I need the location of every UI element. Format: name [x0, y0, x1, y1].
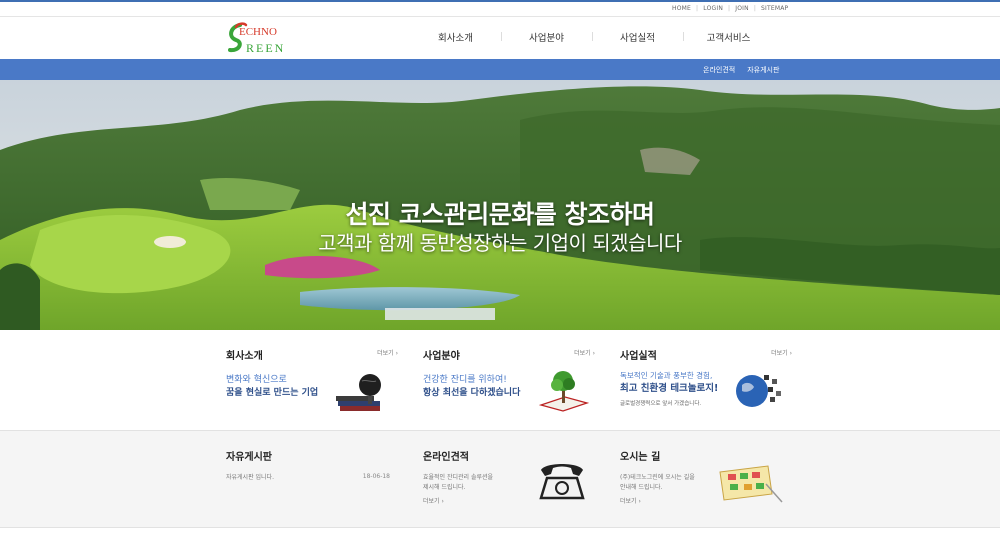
location-title: 오시는 길	[620, 452, 661, 463]
join-link[interactable]: JOIN	[735, 5, 749, 12]
logo-text-green: REEN	[246, 41, 285, 55]
online-estimate-more-link[interactable]: 더보기	[423, 496, 444, 505]
globe-books-icon	[336, 374, 381, 411]
performance-slogan-line2: 최고 친환경 테크놀로지!	[620, 383, 719, 394]
logo-text-techno: ECHNO	[239, 26, 277, 38]
earth-icon	[736, 375, 781, 407]
business-title: 사업분야	[423, 351, 460, 362]
company-box: 회사소개 더보기 변화와 혁신으로 꿈을 현실로 만드는 기업	[226, 347, 398, 422]
top-links: HOME | LOGIN | JOIN | SITEMAP	[672, 5, 788, 12]
performance-slogan-line3: 글로벌경쟁력으로 앞서 가겠습니다.	[620, 401, 702, 407]
tree-book-icon	[539, 371, 589, 412]
top-utility-bar: HOME | LOGIN | JOIN | SITEMAP	[0, 0, 1000, 17]
free-board-box: 자유게시판 자유게시판 입니다. 18-06-18	[226, 448, 390, 518]
performance-box: 사업실적 더보기 독보적인 기술과 풍부한 경험, 최고 친환경 테크놀로지! …	[620, 347, 792, 422]
business-more-link[interactable]: 더보기	[574, 348, 595, 357]
location-box: 오시는 길 (주)테크노그린에 오시는 길을 안내해 드립니다. 더보기	[620, 448, 792, 518]
location-more-link[interactable]: 더보기	[620, 496, 641, 505]
company-title: 회사소개	[226, 351, 263, 362]
hero-subheadline: 고객과 함께 동반성장하는 기업이 되겠습니다	[318, 231, 682, 255]
hero-headline: 선진 코스관리문화를 창조하며	[345, 200, 655, 229]
free-board-link[interactable]: 자유게시판	[747, 65, 779, 75]
online-estimate-link[interactable]: 온라인견적	[703, 65, 735, 75]
nav-company[interactable]: 회사소개	[410, 30, 501, 44]
telephone-icon	[539, 464, 585, 500]
location-desc: (주)테크노그린에 오시는 길을 안내해 드립니다.	[620, 473, 695, 493]
business-slogan: 건강한 잔디를 위하여! 항상 최선을 다하겠습니다	[423, 374, 520, 400]
map-icon	[719, 465, 783, 503]
logo-graphic: ECHNO REEN	[228, 22, 285, 55]
location-desc-line2: 안내해 드립니다.	[620, 484, 663, 491]
free-board-title: 자유게시판	[226, 452, 272, 463]
separator: |	[696, 5, 699, 12]
performance-more-link[interactable]: 더보기	[771, 348, 792, 357]
free-board-post[interactable]: 자유게시판 입니다.	[226, 473, 274, 483]
separator: |	[728, 5, 731, 12]
business-slogan-line2: 항상 최선을 다하겠습니다	[423, 388, 521, 398]
home-link[interactable]: HOME	[672, 5, 691, 12]
login-link[interactable]: LOGIN	[703, 5, 723, 12]
online-estimate-desc-line1: 효율적인 잔디관리 솔루션을	[423, 474, 494, 481]
sub-links: 온라인견적 자유게시판	[703, 65, 779, 75]
business-box: 사업분야 더보기 건강한 잔디를 위하여! 항상 최선을 다하겠습니다	[423, 347, 595, 422]
performance-slogan-line1: 독보적인 기술과 풍부한 경험,	[620, 371, 713, 380]
online-estimate-desc: 효율적인 잔디관리 솔루션을 제시해 드립니다.	[423, 473, 493, 493]
sitemap-link[interactable]: SITEMAP	[761, 5, 788, 12]
business-slogan-line1: 건강한 잔디를 위하여!	[423, 375, 507, 385]
online-estimate-box: 온라인견적 효율적인 잔디관리 솔루션을 제시해 드립니다. 더보기	[423, 448, 595, 518]
nav-performance[interactable]: 사업실적	[592, 30, 683, 44]
separator: |	[753, 5, 757, 12]
performance-slogan: 독보적인 기술과 풍부한 경험, 최고 친환경 테크놀로지! 글로벌경쟁력으로 …	[620, 369, 718, 411]
main-navigation: 회사소개 사업분야 사업실적 고객서비스	[410, 30, 774, 44]
company-slogan-line1: 변화와 혁신으로	[226, 375, 287, 385]
nav-business[interactable]: 사업분야	[501, 30, 592, 44]
site-logo[interactable]: ECHNO REEN	[226, 21, 300, 55]
online-estimate-title: 온라인견적	[423, 452, 469, 463]
site-header: ECHNO REEN 회사소개 사업분야 사업실적 고객서비스	[0, 17, 1000, 59]
company-more-link[interactable]: 더보기	[377, 348, 398, 357]
info-row: 자유게시판 자유게시판 입니다. 18-06-18 온라인견적 효율적인 잔디관…	[0, 430, 1000, 528]
performance-title: 사업실적	[620, 351, 657, 362]
company-slogan: 변화와 혁신으로 꿈을 현실로 만드는 기업	[226, 374, 318, 400]
sub-navigation-bar: 온라인견적 자유게시판	[0, 59, 1000, 80]
feature-row: 회사소개 더보기 변화와 혁신으로 꿈을 현실로 만드는 기업 사업분야 더보기…	[0, 330, 1000, 430]
nav-customer-service[interactable]: 고객서비스	[683, 30, 774, 44]
free-board-post-date: 18-06-18	[362, 473, 390, 480]
company-slogan-line2: 꿈을 현실로 만드는 기업	[226, 388, 319, 398]
hero-banner: 선진 코스관리문화를 창조하며 고객과 함께 동반성장하는 기업이 되겠습니다	[0, 80, 1000, 330]
location-desc-line1: (주)테크노그린에 오시는 길을	[620, 474, 695, 481]
online-estimate-desc-line2: 제시해 드립니다.	[423, 484, 466, 491]
